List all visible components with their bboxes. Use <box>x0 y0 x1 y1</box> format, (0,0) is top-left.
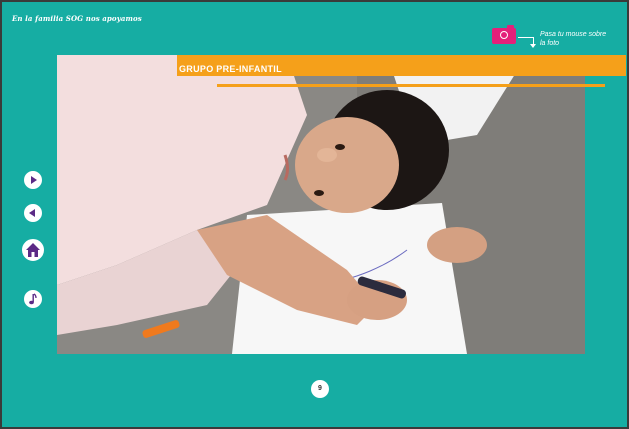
music-note-icon <box>29 293 37 305</box>
previous-button[interactable] <box>24 204 42 222</box>
page-number-badge: 9 <box>311 380 329 398</box>
photo-hint-text: Pasa tu mouse sobre la foto <box>540 31 607 47</box>
camera-bump <box>507 25 514 28</box>
banner-underline <box>217 84 605 87</box>
play-left-icon <box>29 209 35 217</box>
next-button[interactable] <box>24 171 42 189</box>
hint-connector <box>518 37 534 38</box>
main-photo[interactable] <box>57 55 585 354</box>
home-icon <box>26 243 40 257</box>
section-banner-title: GRUPO PRE-INFANTIL <box>179 64 282 74</box>
play-right-icon <box>31 176 37 184</box>
music-button[interactable] <box>24 290 42 308</box>
camera-button[interactable] <box>492 25 516 44</box>
hint-arrow-icon <box>530 44 536 48</box>
photo-illustration <box>57 55 585 354</box>
page-title: En la familia SOG nos apoyamos <box>12 14 142 23</box>
page-frame: En la familia SOG nos apoyamos Pasa tu m… <box>0 0 629 429</box>
home-button[interactable] <box>22 239 44 261</box>
camera-icon <box>500 31 508 39</box>
